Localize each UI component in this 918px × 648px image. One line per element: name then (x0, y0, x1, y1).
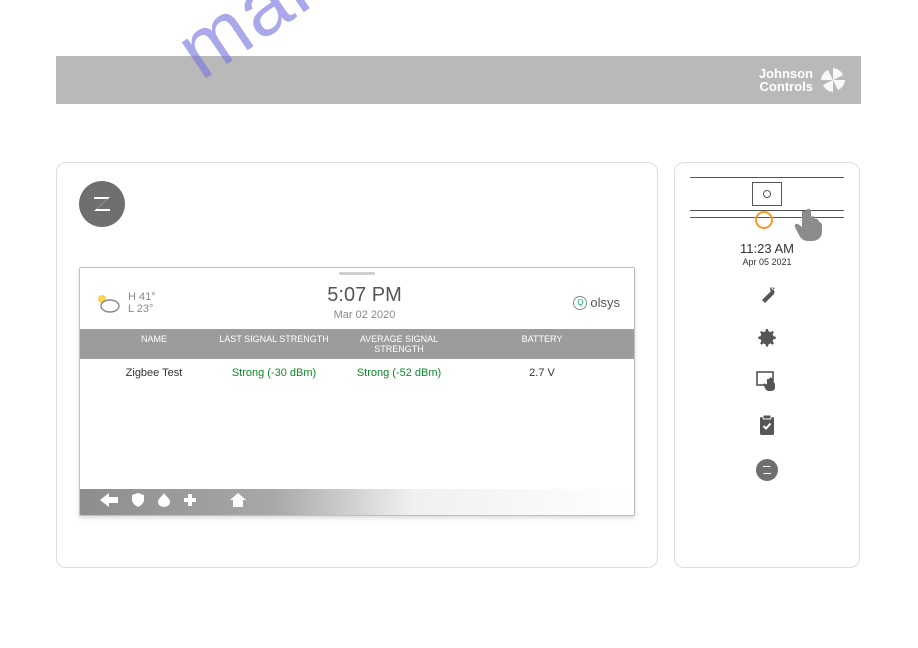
left-panel: H 41° L 23° 5:07 PM Mar 02 2020 Q olsys … (56, 162, 658, 568)
bottom-nav-bar (80, 489, 634, 515)
gear-icon[interactable] (757, 328, 777, 353)
clock-date: Mar 02 2020 (327, 309, 401, 321)
zigbee-icon (79, 181, 125, 227)
table-row[interactable]: Zigbee Test Strong (-30 dBm) Strong (-52… (80, 359, 634, 387)
zigbee-small-icon[interactable] (756, 459, 778, 481)
weather-high: H 41° (128, 291, 156, 303)
weather-block: H 41° L 23° (94, 291, 156, 315)
drag-notch-icon (339, 272, 375, 275)
back-arrow-icon[interactable] (100, 493, 118, 512)
touch-hint (690, 215, 844, 235)
col-last: LAST SIGNAL STRENGTH (214, 334, 334, 354)
flame-icon[interactable] (158, 493, 170, 512)
row-name: Zigbee Test (94, 367, 214, 379)
clipboard-check-icon[interactable] (758, 414, 776, 441)
qolsys-brand: Q olsys (573, 295, 620, 310)
highlight-ring-icon (755, 211, 773, 229)
screen-header: H 41° L 23° 5:07 PM Mar 02 2020 Q olsys (80, 278, 634, 329)
table-header: NAME LAST SIGNAL STRENGTH AVERAGE SIGNAL… (80, 329, 634, 359)
side-time: 11:23 AM (740, 241, 794, 256)
clock-time: 5:07 PM (327, 284, 401, 307)
row-battery: 2.7 V (464, 367, 620, 379)
time-block: 5:07 PM Mar 02 2020 (327, 284, 401, 321)
q-icon: Q (573, 296, 587, 310)
col-name: NAME (94, 334, 214, 354)
brand-line2: Controls (759, 80, 813, 93)
home-icon[interactable] (230, 493, 246, 512)
side-icon-list (756, 285, 778, 481)
weather-low: L 23° (128, 303, 156, 315)
brand-text: olsys (590, 295, 620, 310)
row-average: Strong (-52 dBm) (334, 367, 464, 379)
hand-pointer-icon (794, 205, 830, 246)
shield-icon[interactable] (132, 493, 144, 512)
weather-icon (94, 291, 122, 315)
panel-touch-icon[interactable] (756, 371, 778, 396)
side-date: Apr 05 2021 (742, 257, 791, 267)
col-battery: BATTERY (464, 334, 620, 354)
right-panel: 11:23 AM Apr 05 2021 (674, 162, 860, 568)
top-banner: Johnson Controls (56, 56, 861, 104)
device-screen-frame: H 41° L 23° 5:07 PM Mar 02 2020 Q olsys … (79, 267, 635, 516)
row-last: Strong (-30 dBm) (214, 367, 334, 379)
wrench-icon[interactable] (757, 285, 777, 310)
col-average: AVERAGE SIGNAL STRENGTH (334, 334, 464, 354)
camera-icon (752, 182, 782, 206)
johnson-controls-logo: Johnson Controls (759, 66, 847, 94)
sunburst-icon (819, 66, 847, 94)
plus-icon[interactable] (184, 493, 196, 511)
